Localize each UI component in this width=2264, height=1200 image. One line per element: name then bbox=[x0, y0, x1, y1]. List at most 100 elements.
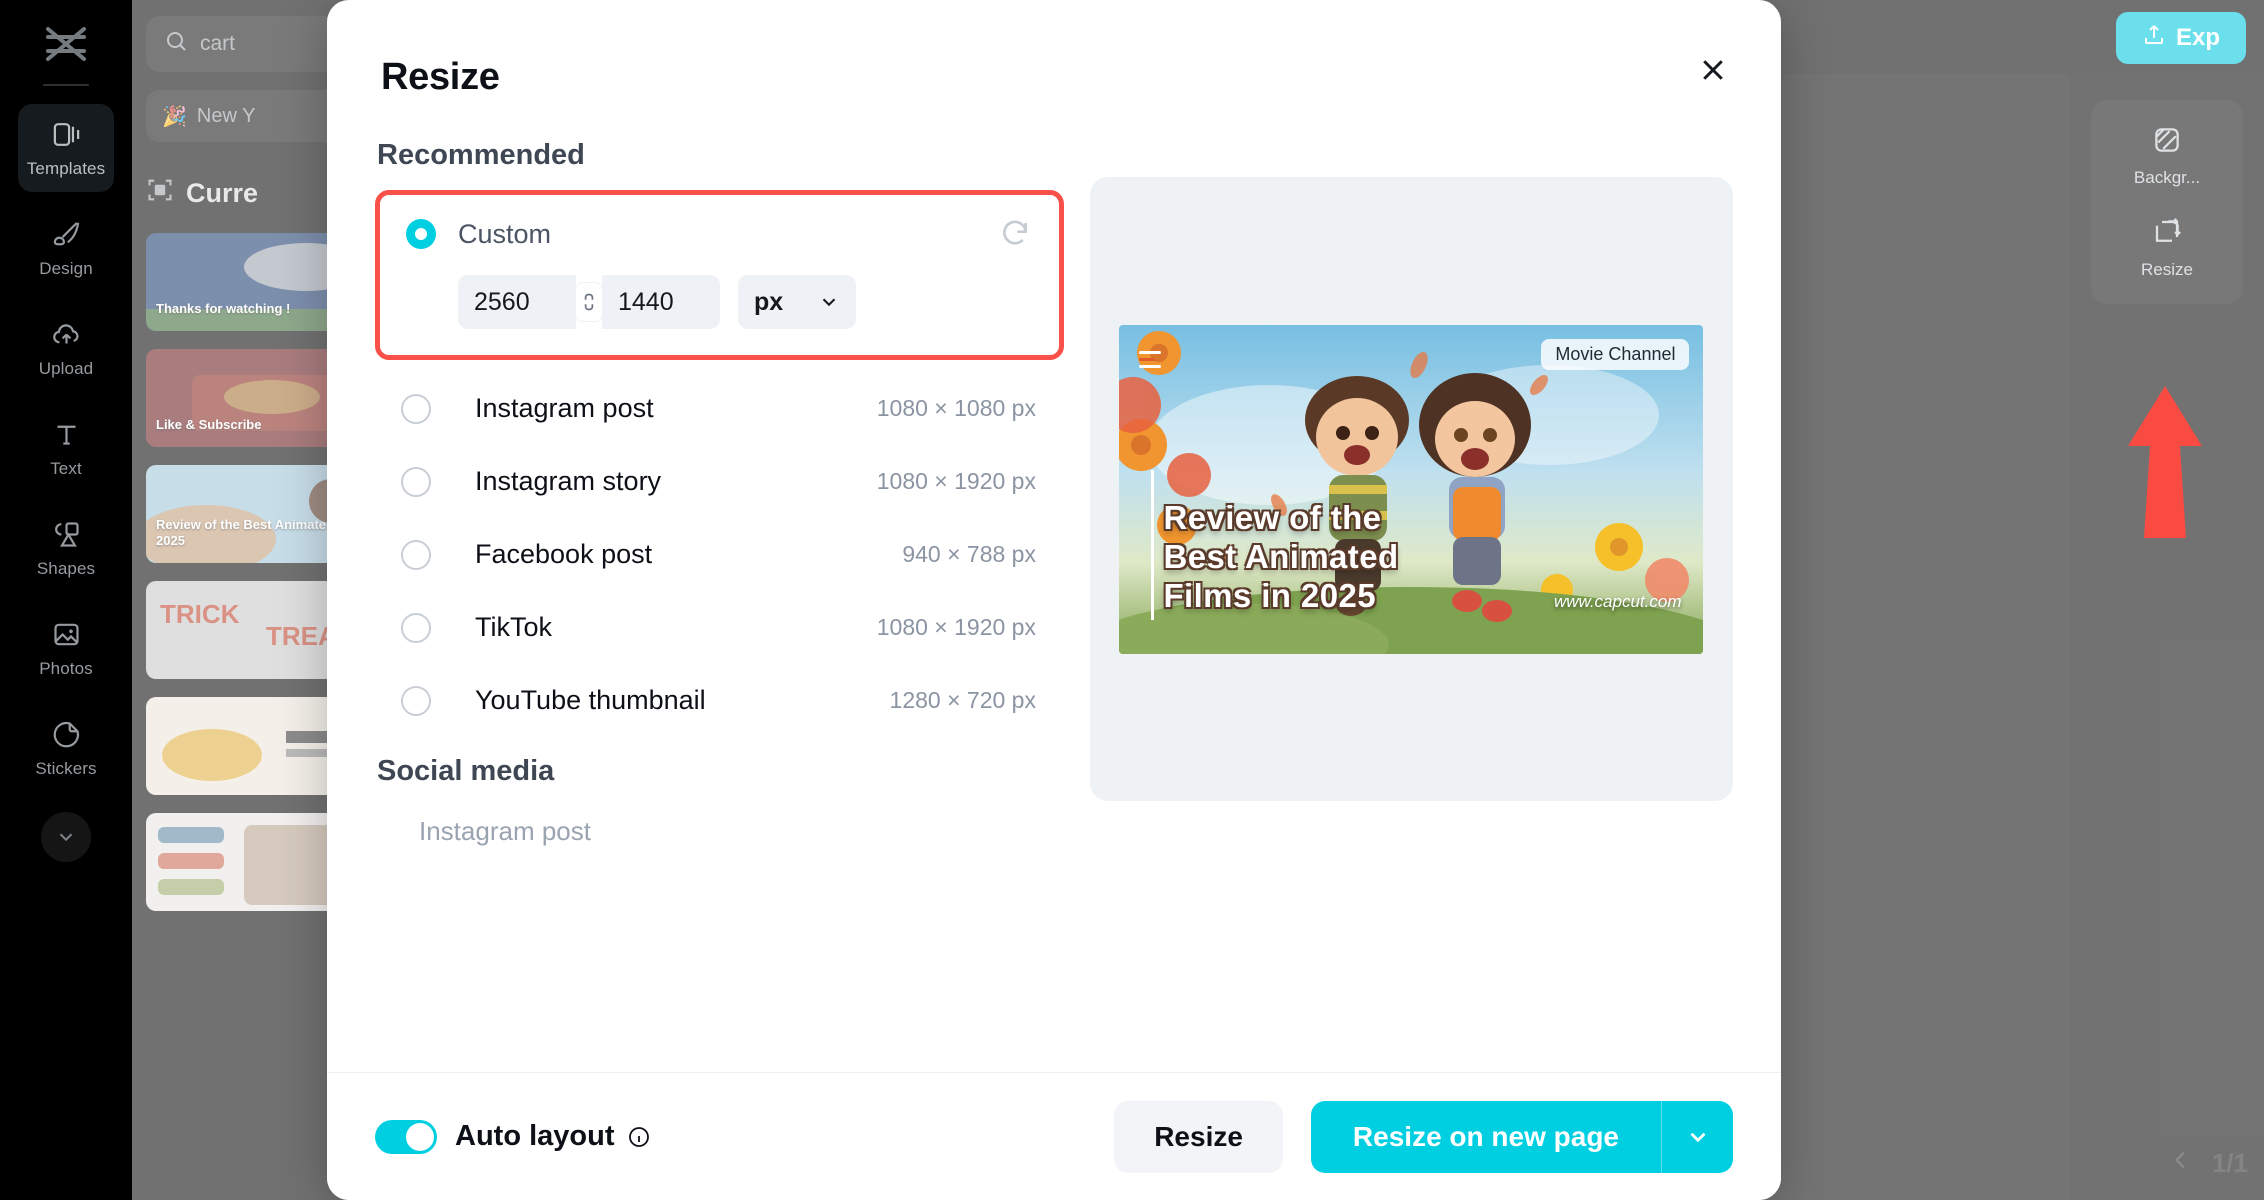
custom-dimensions-row: px bbox=[406, 275, 1033, 329]
preset-dims: 940 × 788 px bbox=[902, 541, 1036, 567]
preset-name: Instagram story bbox=[475, 466, 662, 496]
resize-on-new-page-button[interactable]: Resize on new page bbox=[1310, 1100, 1661, 1173]
preset-dims: 1080 × 1080 px bbox=[876, 395, 1036, 421]
export-button[interactable]: Exp bbox=[2115, 12, 2246, 64]
export-label: Exp bbox=[2175, 24, 2220, 51]
preset-radio[interactable] bbox=[401, 685, 431, 716]
sidebar-label-shapes: Shapes bbox=[36, 558, 96, 578]
preview-title-line2: Best Animated bbox=[1163, 537, 1399, 575]
sidebar-item-text[interactable]: Text bbox=[18, 404, 114, 492]
link-aspect-icon bbox=[584, 293, 594, 311]
capcut-editor-window: Exp Backgr... Resize 1/1 cart 🎉 New Y Cu… bbox=[0, 0, 2264, 1200]
preview-title: Review of the Best Animated Films in 202… bbox=[1163, 499, 1398, 616]
sidebar-item-stickers[interactable]: Stickers bbox=[18, 704, 114, 792]
social-item-instagram-post[interactable]: Instagram post bbox=[375, 806, 1064, 847]
templates-icon bbox=[49, 118, 83, 152]
upload-icon bbox=[49, 318, 83, 352]
sidebar-item-shapes[interactable]: Shapes bbox=[18, 504, 114, 592]
photos-icon bbox=[49, 618, 83, 652]
new-year-label: New Y bbox=[196, 104, 256, 127]
preset-dims: 1080 × 1920 px bbox=[876, 614, 1036, 640]
preset-name: TikTok bbox=[475, 612, 553, 642]
right-rail: Backgr... Resize 1/1 bbox=[2070, 74, 2264, 1200]
preset-radio[interactable] bbox=[401, 466, 431, 497]
preview-image: Movie Channel Review of the Best Animate… bbox=[1119, 324, 1704, 654]
sidebar-label-design: Design bbox=[39, 258, 93, 278]
sidebar-label-text: Text bbox=[50, 458, 82, 478]
rail-item-resize[interactable]: Resize bbox=[2091, 202, 2243, 294]
height-input[interactable] bbox=[602, 275, 720, 329]
preview-pane: Movie Channel Review of the Best Animate… bbox=[1089, 177, 1733, 801]
info-icon bbox=[628, 1126, 649, 1147]
sidebar-label-photos: Photos bbox=[39, 658, 93, 678]
share-icon bbox=[2142, 23, 2166, 54]
preset-list: Instagram post 1080 × 1080 px Instagram … bbox=[375, 372, 1064, 737]
sidebar-label-upload: Upload bbox=[38, 358, 94, 378]
template-thumbnail-caption: Like & Subscribe bbox=[156, 416, 262, 432]
rail-item-background[interactable]: Backgr... bbox=[2091, 110, 2243, 202]
preset-item-tiktok[interactable]: TikTok 1080 × 1920 px bbox=[375, 591, 1064, 664]
preset-item-instagram-post[interactable]: Instagram post 1080 × 1080 px bbox=[375, 372, 1064, 445]
custom-option-row[interactable]: Custom bbox=[406, 217, 1033, 251]
search-value: cart bbox=[200, 32, 236, 55]
chevron-down-icon bbox=[822, 298, 836, 307]
red-arrow-up bbox=[2128, 386, 2202, 538]
link-aspect-ratio-button[interactable] bbox=[576, 283, 602, 321]
resize-button[interactable]: Resize bbox=[1114, 1100, 1283, 1173]
text-icon bbox=[49, 418, 83, 452]
chevron-down-icon bbox=[1690, 1132, 1705, 1142]
preview-title-line1: Review of the bbox=[1163, 498, 1382, 536]
design-icon bbox=[49, 218, 83, 252]
modal-title: Resize bbox=[381, 56, 500, 98]
page-indicator-value: 1/1 bbox=[2211, 1148, 2248, 1178]
preset-name: YouTube thumbnail bbox=[475, 685, 706, 715]
sidebar-divider bbox=[43, 84, 89, 86]
preset-radio[interactable] bbox=[401, 393, 431, 424]
background-icon bbox=[2152, 125, 2182, 160]
capcut-logo[interactable] bbox=[36, 18, 96, 70]
sidebar-item-upload[interactable]: Upload bbox=[18, 304, 114, 392]
auto-layout-toggle[interactable] bbox=[375, 1119, 437, 1154]
chevron-left-icon[interactable] bbox=[2170, 1145, 2192, 1182]
stickers-icon bbox=[49, 718, 83, 752]
recommended-heading: Recommended bbox=[377, 139, 585, 171]
sidebar-more-button[interactable] bbox=[41, 812, 91, 862]
rail-label-resize: Resize bbox=[2141, 259, 2193, 279]
preset-item-youtube-thumbnail[interactable]: YouTube thumbnail 1280 × 720 px bbox=[375, 664, 1064, 737]
svg-text:TRICK: TRICK bbox=[160, 599, 240, 629]
info-button[interactable] bbox=[627, 1125, 651, 1149]
sidebar-item-templates[interactable]: Templates bbox=[18, 104, 114, 192]
auto-layout-label: Auto layout bbox=[455, 1120, 615, 1152]
shapes-icon bbox=[49, 518, 83, 552]
custom-size-card: Custom 2560 1440 px bbox=[375, 190, 1064, 360]
resize-new-page-group: Resize on new page bbox=[1310, 1100, 1733, 1173]
close-button[interactable] bbox=[1689, 46, 1737, 94]
hamburger-icon bbox=[1139, 350, 1162, 372]
preset-radio[interactable] bbox=[401, 612, 431, 643]
template-thumbnail-caption: Thanks for watching ! bbox=[156, 300, 291, 316]
preset-name: Instagram post bbox=[475, 393, 654, 423]
custom-radio[interactable] bbox=[406, 219, 436, 249]
unit-select[interactable]: px bbox=[738, 275, 856, 329]
modal-header: Resize bbox=[327, 0, 1781, 99]
preset-dims: 1280 × 720 px bbox=[889, 687, 1036, 713]
preset-item-instagram-story[interactable]: Instagram story 1080 × 1920 px bbox=[375, 445, 1064, 518]
sidebar-item-photos[interactable]: Photos bbox=[18, 604, 114, 692]
party-popper-icon: 🎉 bbox=[162, 105, 187, 128]
preview-title-line3: Films in 2025 bbox=[1163, 576, 1376, 614]
resize-options-caret-button[interactable] bbox=[1661, 1100, 1733, 1173]
modal-footer: Auto layout Resize Resize on new page bbox=[327, 1072, 1781, 1200]
width-input[interactable] bbox=[458, 275, 576, 329]
rail-label-background: Backgr... bbox=[2133, 167, 2201, 187]
rail-group: Backgr... Resize bbox=[2091, 100, 2243, 304]
reset-button[interactable] bbox=[999, 217, 1033, 251]
footer-actions: Resize Resize on new page bbox=[1114, 1100, 1733, 1173]
preview-url: www.capcut.com bbox=[1553, 591, 1682, 611]
search-icon bbox=[164, 29, 188, 59]
preset-name: Facebook post bbox=[475, 539, 653, 569]
preset-item-facebook-post[interactable]: Facebook post 940 × 788 px bbox=[375, 518, 1064, 591]
social-media-heading: Social media bbox=[377, 755, 555, 787]
sidebar-item-design[interactable]: Design bbox=[18, 204, 114, 292]
preset-radio[interactable] bbox=[401, 539, 431, 570]
social-media-section: Social media Instagram post bbox=[375, 755, 1064, 847]
